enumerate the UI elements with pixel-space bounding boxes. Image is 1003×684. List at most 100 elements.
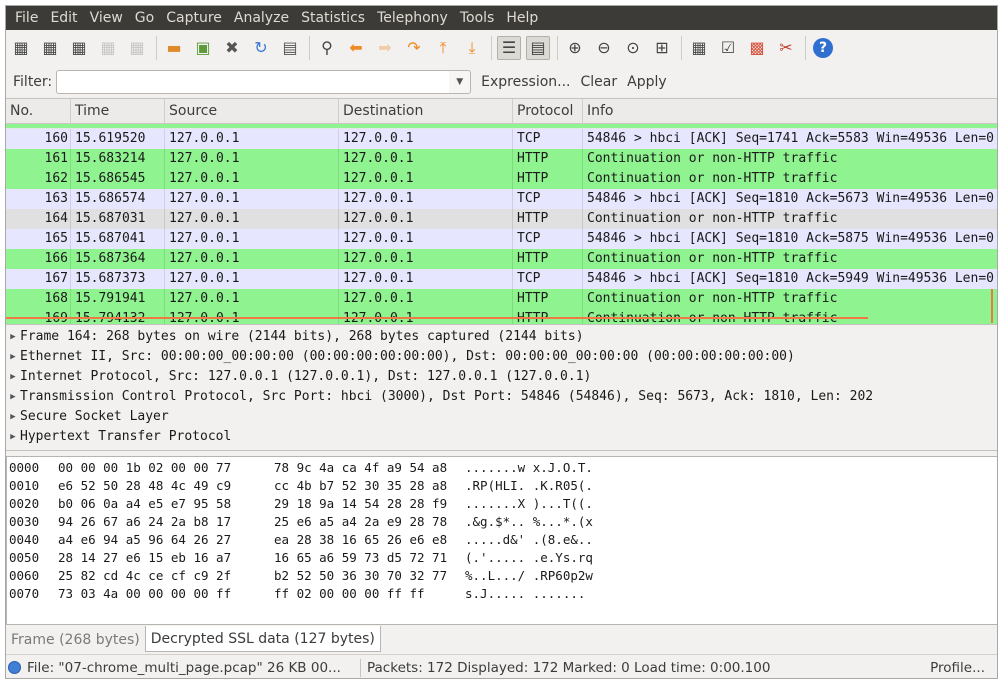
hex-row: 0020 b0 06 0a a4 e5 e7 95 58 29 18 9a 14 5… (7, 495, 997, 513)
menu-tools[interactable]: Tools (454, 6, 501, 30)
menu-statistics[interactable]: Statistics (295, 6, 371, 30)
print-icon[interactable]: ▤ (278, 36, 302, 60)
save-file-icon[interactable]: ▣ (191, 36, 215, 60)
hex-offset: 0040 (9, 532, 40, 547)
menu-help[interactable]: Help (500, 6, 544, 30)
help-icon[interactable]: ? (811, 36, 835, 60)
go-first-icon[interactable]: ⤒ (431, 36, 455, 60)
resize-columns-icon[interactable]: ⊞ (650, 36, 674, 60)
tab-decrypted-ssl[interactable]: Decrypted SSL data (127 bytes) (144, 626, 381, 652)
clear-button[interactable]: Clear (581, 74, 618, 90)
column-header-source[interactable]: Source (165, 99, 339, 124)
tree-item[interactable]: ▶ Frame 164: 268 bytes on wire (2144 bits… (6, 327, 997, 347)
expand-triangle-icon[interactable]: ▶ (6, 407, 20, 427)
packet-cell-dst: 127.0.0.1 (339, 189, 513, 209)
column-header-no[interactable]: No. (6, 99, 71, 124)
start-capture-icon[interactable]: ▦ (67, 36, 91, 60)
capture-filters-icon[interactable]: ▦ (687, 36, 711, 60)
go-back-icon[interactable]: ⬅ (344, 36, 368, 60)
packet-cell-src: 127.0.0.1 (165, 269, 339, 289)
packet-list-scroll-marker (6, 317, 868, 319)
preferences-icon[interactable]: ✂ (774, 36, 798, 60)
packet-row[interactable]: 164 15.687031 127.0.0.1 127.0.0.1 HTTP Contin… (6, 209, 997, 229)
status-bar: File: "07-chrome_multi_page.pcap" 26 KB … (6, 654, 997, 678)
packet-cell-dst: 127.0.0.1 (339, 129, 513, 149)
menu-go[interactable]: Go (129, 6, 160, 30)
stop-capture-icon[interactable]: ▦ (96, 36, 120, 60)
filter-input[interactable] (56, 70, 453, 94)
packet-list-header: No. Time Source Destination Protocol Inf… (6, 99, 997, 124)
tree-item[interactable]: ▶ Transmission Control Protocol, Src Port… (6, 387, 997, 407)
packet-rows: 160 15.619520 127.0.0.1 127.0.0.1 TCP 54846 >… (6, 129, 997, 324)
go-to-packet-icon[interactable]: ↷ (402, 36, 426, 60)
filter-dropdown-icon[interactable]: ▼ (449, 70, 472, 94)
packet-details-tree[interactable]: ▶ Frame 164: 268 bytes on wire (2144 bits… (6, 327, 997, 451)
menu-view[interactable]: View (84, 6, 129, 30)
display-filters-icon[interactable]: ☑ (716, 36, 740, 60)
hex-row: 0030 94 26 67 a6 24 2a b8 17 25 e6 a5 a4 2… (7, 513, 997, 531)
menu-edit[interactable]: Edit (44, 6, 83, 30)
restart-capture-icon[interactable]: ▦ (125, 36, 149, 60)
status-separator (360, 658, 361, 677)
profile-button[interactable]: Profile... (930, 660, 985, 676)
expand-triangle-icon[interactable]: ▶ (6, 347, 20, 367)
menu-capture[interactable]: Capture (160, 6, 228, 30)
packet-row[interactable]: 163 15.686574 127.0.0.1 127.0.0.1 TCP 54846 >… (6, 189, 997, 209)
tree-item[interactable]: ▶ Ethernet II, Src: 00:00:00_00:00:00 (00… (6, 347, 997, 367)
column-header-info[interactable]: Info (583, 99, 997, 124)
hex-offset: 0030 (9, 514, 40, 529)
zoom-normal-icon[interactable]: ⊙ (621, 36, 645, 60)
zoom-out-icon[interactable]: ⊖ (592, 36, 616, 60)
reload-icon[interactable]: ↻ (249, 36, 273, 60)
packet-row[interactable]: 166 15.687364 127.0.0.1 127.0.0.1 HTTP Contin… (6, 249, 997, 269)
open-file-icon[interactable]: ▬ (162, 36, 186, 60)
tree-item[interactable]: ▶ Internet Protocol, Src: 127.0.0.1 (127.… (6, 367, 997, 387)
expand-triangle-icon[interactable]: ▶ (6, 387, 20, 407)
packet-row[interactable]: 168 15.791941 127.0.0.1 127.0.0.1 HTTP Contin… (6, 289, 997, 309)
packet-row[interactable]: 160 15.619520 127.0.0.1 127.0.0.1 TCP 54846 >… (6, 129, 997, 149)
colorize-icon[interactable]: ☰ (497, 36, 521, 60)
toolbar-separator (681, 36, 682, 60)
expert-info-icon[interactable] (8, 661, 21, 674)
column-header-destination[interactable]: Destination (339, 99, 513, 124)
packet-row[interactable]: 167 15.687373 127.0.0.1 127.0.0.1 TCP 54846 >… (6, 269, 997, 289)
auto-scroll-icon[interactable]: ▤ (526, 36, 550, 60)
tree-item[interactable]: ▶ Secure Socket Layer (6, 407, 997, 427)
apply-button[interactable]: Apply (627, 74, 667, 90)
expand-triangle-icon[interactable]: ▶ (6, 327, 20, 347)
packet-cell-info: Continuation or non-HTTP traffic (587, 291, 838, 306)
hex-bytes-low: 94 26 67 a6 24 2a b8 17 (58, 514, 232, 529)
menu-file[interactable]: File (9, 6, 44, 30)
go-last-icon[interactable]: ⤓ (460, 36, 484, 60)
tree-item-label: Secure Socket Layer (20, 409, 169, 424)
column-header-protocol[interactable]: Protocol (513, 99, 583, 124)
packet-cell-proto: HTTP (513, 149, 583, 169)
expand-triangle-icon[interactable]: ▶ (6, 367, 20, 387)
packet-list[interactable]: No. Time Source Destination Protocol Inf… (6, 98, 997, 325)
packet-row[interactable]: 165 15.687041 127.0.0.1 127.0.0.1 TCP 54846 >… (6, 229, 997, 249)
tab-frame-bytes[interactable]: Frame (268 bytes) (6, 628, 145, 652)
hex-bytes-low: e6 52 50 28 48 4c 49 c9 (58, 478, 232, 493)
go-forward-icon[interactable]: ➡ (373, 36, 397, 60)
toolbar-separator (156, 36, 157, 60)
zoom-in-icon[interactable]: ⊕ (563, 36, 587, 60)
packet-cell-no: 164 (6, 209, 71, 229)
packet-bytes-pane[interactable]: 0000 00 00 00 1b 02 00 00 77 78 9c 4a ca 4… (6, 456, 997, 625)
expression-button[interactable]: Expression... (481, 74, 570, 90)
packet-row[interactable]: 161 15.683214 127.0.0.1 127.0.0.1 HTTP Contin… (6, 149, 997, 169)
hex-row: 0070 73 03 4a 00 00 00 00 ff ff 02 00 00 0… (7, 585, 997, 603)
packet-cell-src: 127.0.0.1 (165, 229, 339, 249)
menu-analyze[interactable]: Analyze (228, 6, 295, 30)
find-packet-icon[interactable]: ⚲ (315, 36, 339, 60)
packet-row[interactable]: 162 15.686545 127.0.0.1 127.0.0.1 HTTP Contin… (6, 169, 997, 189)
column-header-time[interactable]: Time (71, 99, 165, 124)
tree-item[interactable]: ▶ Hypertext Transfer Protocol (6, 427, 997, 447)
menu-telephony[interactable]: Telephony (371, 6, 454, 30)
packet-cell-info: 54846 > hbci [ACK] Seq=1810 Ack=5673 Win… (587, 191, 994, 206)
interfaces-icon[interactable]: ▦ (9, 36, 33, 60)
capture-options-icon[interactable]: ▦ (38, 36, 62, 60)
close-file-icon[interactable]: ✖ (220, 36, 244, 60)
coloring-rules-icon[interactable]: ▩ (745, 36, 769, 60)
hex-ascii: %..L.../ .RP60p2w (465, 568, 593, 583)
expand-triangle-icon[interactable]: ▶ (6, 427, 20, 447)
